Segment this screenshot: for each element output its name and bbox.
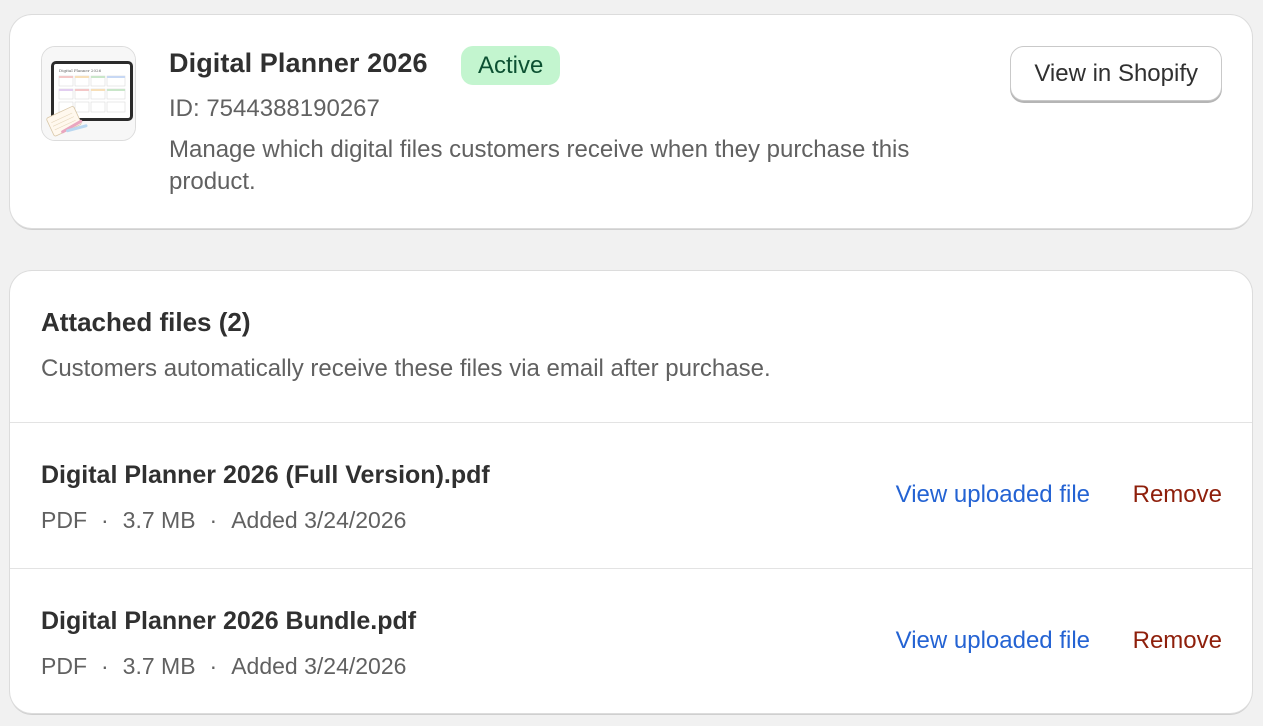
meta-separator: ·	[101, 507, 109, 533]
file-size: 3.7 MB	[122, 653, 196, 679]
thumbnail-title-text: Digital Planner 2026	[59, 68, 102, 73]
meta-separator: ·	[209, 653, 218, 679]
file-row: Digital Planner 2026 Bundle.pdf PDF · 3.7 …	[10, 569, 1252, 713]
attached-files-subtitle: Customers automatically receive these fi…	[41, 355, 771, 382]
product-description: Manage which digital files customers rec…	[169, 136, 910, 195]
remove-file-button[interactable]: Remove	[1133, 627, 1222, 655]
file-added-date: Added 3/24/2026	[231, 653, 407, 679]
file-type: PDF	[41, 653, 87, 679]
file-added-date: Added 3/24/2026	[231, 507, 407, 533]
file-name: Digital Planner 2026 Bundle.pdf	[41, 607, 417, 635]
file-row: Digital Planner 2026 (Full Version).pdf …	[10, 423, 1252, 568]
remove-file-button[interactable]: Remove	[1133, 481, 1222, 509]
file-size: 3.7 MB	[122, 507, 196, 533]
product-thumbnail: Digital Planner 2026	[41, 46, 136, 141]
planner-image-icon: Digital Planner 2026	[42, 47, 135, 140]
view-in-shopify-button[interactable]: View in Shopify	[1010, 46, 1222, 101]
status-badge: Active	[461, 46, 561, 85]
product-title: Digital Planner 2026	[169, 48, 428, 78]
view-uploaded-file-link[interactable]: View uploaded file	[896, 481, 1090, 509]
file-meta: PDF · 3.7 MB · Added 3/24/2026	[41, 507, 406, 534]
file-name: Digital Planner 2026 (Full Version).pdf	[41, 461, 490, 489]
attached-files-title: Attached files (2)	[41, 307, 251, 337]
meta-separator: ·	[101, 653, 109, 679]
file-type: PDF	[41, 507, 87, 533]
view-uploaded-file-link[interactable]: View uploaded file	[896, 627, 1090, 655]
attached-files-card: Attached files (2) Customers automatical…	[10, 271, 1252, 713]
product-card: Digital Planner 2026 Digital Planner 202…	[10, 15, 1252, 228]
file-meta: PDF · 3.7 MB · Added 3/24/2026	[41, 653, 406, 680]
product-id: ID: 7544388190267	[169, 95, 380, 122]
meta-separator: ·	[209, 507, 218, 533]
